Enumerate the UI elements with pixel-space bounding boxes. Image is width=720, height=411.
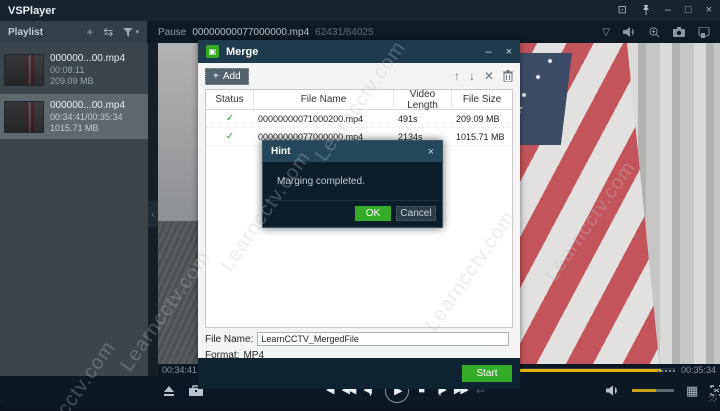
remove-file-icon[interactable]: ✕ [484, 70, 494, 82]
hint-title: Hint [271, 146, 290, 157]
hint-dialog: Hint × Marging completed. OK Cancel [262, 140, 443, 228]
hint-titlebar[interactable]: Hint × [263, 141, 442, 162]
audio-announce-icon[interactable] [623, 27, 636, 37]
hint-close-button[interactable]: × [428, 146, 434, 158]
file-name-label: File Name: [205, 334, 253, 345]
american-flag: ★ [510, 43, 660, 370]
status-check-icon: ✓ [206, 131, 254, 142]
video-frame-flag-scene: ★ [510, 43, 720, 370]
merge-minimize-button[interactable]: – [485, 46, 491, 58]
merge-dialog-footer: Start [198, 358, 520, 389]
current-time: 00:34:41 [162, 365, 197, 375]
status-check-icon: ✓ [206, 113, 254, 124]
merge-toolbar: + Add ↑ ↓ ✕ [198, 63, 520, 89]
maximize-button[interactable]: □ [685, 5, 692, 16]
playlist-item-1[interactable]: 000000...00.mp4 00:08:11 209.09 MB [0, 47, 148, 92]
plus-icon: + [213, 71, 219, 82]
item-size: 209.09 MB [50, 76, 125, 86]
playlist-item-2-selected[interactable]: 000000...00.mp4 00:34:41/00:35:34 1015.7… [0, 94, 148, 139]
filter-icon[interactable]: ▾ [123, 28, 139, 37]
app-title: VSPlayer [8, 5, 56, 17]
eject-icon[interactable] [163, 386, 175, 396]
cell-file-size: 1015.71 MB [452, 132, 512, 142]
move-down-icon[interactable]: ↓ [469, 70, 475, 82]
col-file-size: File Size [452, 90, 512, 109]
move-up-icon[interactable]: ↑ [454, 70, 460, 82]
trash-icon[interactable] [503, 70, 513, 82]
cell-file-name: 00000000071000200.mp4 [254, 114, 394, 124]
col-status: Status [206, 90, 254, 109]
item-name: 000000...00.mp4 [50, 53, 125, 64]
item-size: 1015.71 MB [50, 123, 125, 133]
sort-playlist-icon[interactable]: ⇆ [103, 25, 113, 39]
item-name: 000000...00.mp4 [50, 100, 125, 111]
clip-icon[interactable] [698, 27, 710, 38]
frame-counter: 62431/64025 [315, 27, 373, 38]
collapse-playlist-handle[interactable]: ‹ [148, 201, 158, 227]
digital-zoom-icon[interactable] [649, 27, 660, 38]
merge-close-button[interactable]: × [506, 46, 512, 58]
col-video-length: Video Length [394, 90, 452, 109]
table-header: Status File Name Video Length File Size [206, 90, 512, 110]
video-thumbnail [4, 101, 44, 133]
cell-file-size: 209.09 MB [452, 114, 512, 124]
merge-dialog-icon: ▣ [206, 45, 219, 58]
start-merge-button[interactable]: Start [462, 365, 512, 382]
vsplayer-window: VSPlayer ⊡ – □ × Playlist + ⇆ ▾ Pause [0, 0, 720, 411]
playlist-collapse-strip: ‹ [148, 43, 158, 405]
merge-dialog-title: Merge [226, 46, 258, 58]
table-row[interactable]: ✓ 00000000071000200.mp4 491s 209.09 MB [206, 110, 512, 128]
playlist-panel: 000000...00.mp4 00:08:11 209.09 MB 00000… [0, 43, 148, 405]
cell-video-length: 491s [394, 114, 452, 124]
add-to-playlist-icon[interactable]: + [86, 25, 93, 39]
item-duration: 00:34:41/00:35:34 [50, 112, 125, 122]
minimize-button[interactable]: – [665, 5, 671, 16]
playlist-title: Playlist [8, 27, 43, 38]
volume-slider[interactable] [632, 389, 674, 392]
ok-button[interactable]: OK [355, 206, 391, 221]
fisheye-icon[interactable]: ▽ [602, 27, 610, 38]
hint-message: Marging completed. [263, 162, 442, 187]
merge-dialog-titlebar[interactable]: ▣ Merge – × [198, 40, 520, 63]
volume-icon[interactable] [606, 385, 620, 396]
title-bar: VSPlayer ⊡ – □ × [0, 0, 720, 21]
cancel-button[interactable]: Cancel [396, 206, 436, 221]
video-thumbnail [4, 54, 44, 86]
playlist-header: Playlist + ⇆ ▾ [0, 21, 148, 43]
current-file-name: 00000000077000000.mp4 [192, 27, 309, 38]
total-time: 00:35:34 [681, 365, 716, 375]
file-name-input[interactable] [257, 332, 509, 346]
panel-toggle-icon[interactable]: ⊡ [618, 5, 627, 16]
close-button[interactable]: × [706, 5, 712, 16]
always-on-top-pin-icon[interactable] [641, 5, 651, 16]
item-duration: 00:08:11 [50, 65, 125, 75]
multi-window-grid-icon[interactable]: ▦ [686, 383, 698, 399]
col-file-name: File Name [254, 90, 394, 109]
add-file-button[interactable]: + Add [205, 68, 249, 85]
playback-status: Pause [158, 27, 186, 38]
seek-bar-remaining [657, 370, 675, 372]
snapshot-camera-icon[interactable] [673, 27, 685, 37]
resize-grip[interactable] [709, 394, 717, 402]
